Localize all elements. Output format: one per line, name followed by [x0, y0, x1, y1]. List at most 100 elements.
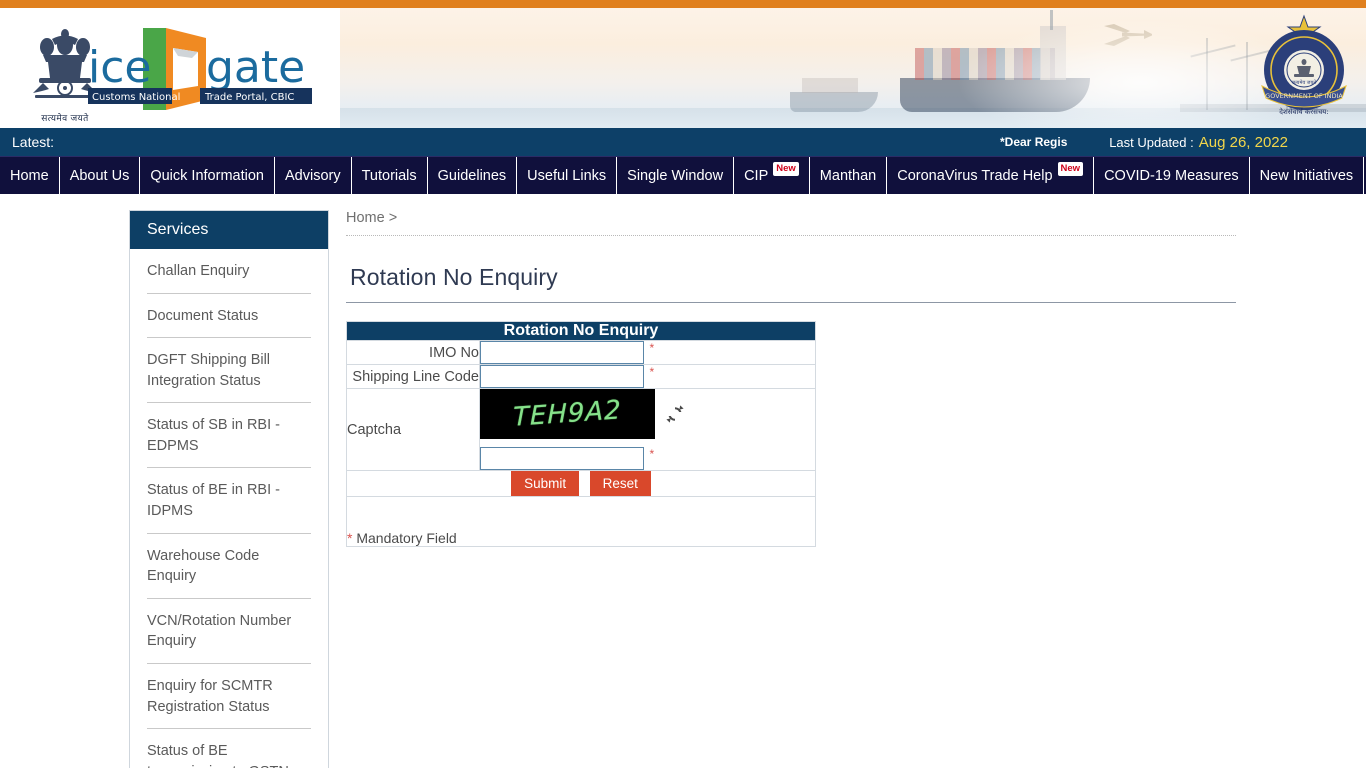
form-row-note: * Mandatory Field — [346, 496, 816, 548]
sidebar-header: Services — [130, 211, 328, 249]
sidebar-item-challan-enquiry[interactable]: Challan Enquiry — [147, 249, 311, 294]
sidebar-item-warehouse-code-enquiry[interactable]: Warehouse Code Enquiry — [147, 534, 311, 599]
nav-label: CoronaVirus Trade Help — [897, 167, 1053, 184]
sidebar-item-status-of-be-in-rbi-idpms[interactable]: Status of BE in RBI - IDPMS — [147, 468, 311, 534]
latest-label: Latest: — [12, 134, 55, 150]
banner-ship-superstructure — [1040, 26, 1066, 80]
svg-text:gate: gate — [206, 42, 305, 93]
nav-label: Single Window — [627, 167, 724, 184]
latest-news-bar: Latest: *Dear Regis Last Updated : Aug 2… — [0, 128, 1366, 156]
nav-item-manthan[interactable]: Manthan — [810, 157, 888, 194]
new-badge: New — [773, 162, 799, 176]
captcha-image-row: TEH9A2 — [480, 389, 815, 440]
breadcrumb: Home > — [346, 210, 1236, 236]
banner-photo — [340, 8, 1366, 128]
svg-text:देशसेवार्थं करसंचय:: देशसेवार्थं करसंचय: — [1279, 107, 1328, 116]
refresh-icon[interactable] — [665, 404, 685, 424]
required-star: * — [649, 341, 655, 356]
nav-label: Guidelines — [437, 167, 507, 184]
cbic-emblem: सत्यमेव जयते GOVERNMENT OF INDIA देशसेवा… — [1261, 14, 1347, 116]
nav-item-covid-19-measures[interactable]: COVID-19 Measures — [1094, 157, 1250, 194]
nav-item-home[interactable]: Home — [0, 157, 60, 194]
breadcrumb-separator: > — [388, 210, 398, 226]
nav-label: COVID-19 Measures — [1104, 167, 1239, 184]
nav-item-quick-information[interactable]: Quick Information — [140, 157, 275, 194]
sidebar-item-dgft-shipping-bill-integration-status[interactable]: DGFT Shipping Bill Integration Status — [147, 338, 311, 404]
shipping-line-code-label: Shipping Line Code — [346, 364, 480, 390]
captcha-input-row: * — [480, 439, 815, 471]
imo-no-label: IMO No — [346, 340, 480, 366]
sidebar-item-vcn-rotation-number-enquiry[interactable]: VCN/Rotation Number Enquiry — [147, 599, 311, 664]
nav-label: Useful Links — [527, 167, 607, 184]
nav-item-advisory[interactable]: Advisory — [275, 157, 352, 194]
mandatory-field-note: * Mandatory Field — [346, 496, 816, 548]
svg-text:GOVERNMENT OF INDIA: GOVERNMENT OF INDIA — [1265, 92, 1343, 100]
sidebar-item-document-status[interactable]: Document Status — [147, 294, 311, 339]
shipping-line-code-input[interactable] — [480, 365, 644, 389]
form-actions: Submit Reset — [346, 470, 816, 498]
captcha-image: TEH9A2 — [480, 389, 655, 440]
last-updated-label: Last Updated : — [1109, 134, 1194, 150]
nav-label: Quick Information — [150, 167, 264, 184]
nav-label: Manthan — [819, 167, 877, 184]
news-ticker[interactable]: *Dear Regis — [1000, 128, 1078, 156]
nav-item-coronavirus-trade-help[interactable]: CoronaVirus Trade Help New — [887, 157, 1095, 194]
svg-text:सत्यमेव जयते: सत्यमेव जयते — [1292, 79, 1317, 86]
shipping-line-code-field-cell: * — [479, 364, 816, 390]
mandatory-note-text: Mandatory Field — [352, 530, 457, 547]
nav-item-cip[interactable]: CIP New — [734, 157, 810, 194]
form-header-row: Rotation No Enquiry — [346, 321, 816, 342]
page-title: Rotation No Enquiry — [346, 251, 1236, 304]
submit-button[interactable]: Submit — [511, 471, 580, 497]
banner-crane-arm — [1190, 44, 1236, 58]
banner-ship-mast — [1050, 10, 1053, 30]
nav-label: CIP — [744, 167, 769, 184]
banner-small-ship-deck — [802, 78, 858, 93]
banner-container-ship — [900, 78, 1090, 112]
imo-no-field-cell: * — [479, 340, 816, 366]
sidebar-item-status-of-sb-in-rbi-edpms[interactable]: Status of SB in RBI - EDPMS — [147, 403, 311, 469]
imo-no-input[interactable] — [480, 341, 644, 365]
form-row-shipping-line-code: Shipping Line Code * — [346, 364, 816, 390]
new-badge: New — [1057, 162, 1084, 176]
nav-label: Advisory — [284, 167, 341, 184]
news-ticker-text: *Dear Regis — [1000, 135, 1068, 149]
svg-text:Customs National: Customs National — [92, 92, 180, 103]
page-body: Services Challan Enquiry Document Status… — [0, 194, 1366, 768]
breadcrumb-home-link[interactable]: Home — [346, 210, 385, 226]
nav-item-tutorials[interactable]: Tutorials — [352, 157, 428, 194]
sidebar-item-status-of-be-transmission-to-gstn[interactable]: Status of BE transmission to GSTN — [147, 729, 311, 768]
nav-item-about-us[interactable]: About Us — [60, 157, 141, 194]
required-star: * — [649, 365, 655, 380]
airplane-icon — [1104, 24, 1152, 46]
required-star: * — [649, 447, 655, 462]
banner-water — [340, 108, 1366, 128]
nav-item-useful-links[interactable]: Useful Links — [517, 157, 618, 194]
captcha-code-text: TEH9A2 — [513, 395, 622, 434]
last-updated: Last Updated : Aug 26, 2022 — [1109, 128, 1288, 156]
sidebar-item-enquiry-for-scmtr-registration-status[interactable]: Enquiry for SCMTR Registration Status — [147, 664, 311, 730]
form-row-imo-no: IMO No * — [346, 340, 816, 366]
form-row-buttons: Submit Reset — [346, 470, 816, 498]
main-content: Home > Rotation No Enquiry Rotation No E… — [346, 210, 1236, 768]
nav-item-single-window[interactable]: Single Window — [617, 157, 735, 194]
sidebar-list: Challan Enquiry Document Status DGFT Shi… — [130, 249, 328, 768]
main-navigation: Home About Us Quick Information Advisory… — [0, 156, 1366, 194]
nav-label: About Us — [69, 167, 130, 184]
svg-text:Trade Portal, CBIC: Trade Portal, CBIC — [204, 92, 294, 103]
reset-button[interactable]: Reset — [589, 471, 651, 497]
captcha-label: Captcha — [346, 388, 480, 472]
site-banner: सत्यमेव जयते ice gate Customs National T… — [0, 8, 1366, 128]
last-updated-date: Aug 26, 2022 — [1198, 133, 1288, 151]
rotation-no-enquiry-form: Rotation No Enquiry IMO No * Shipping Li… — [346, 321, 816, 548]
nav-item-guidelines[interactable]: Guidelines — [428, 157, 518, 194]
form-title: Rotation No Enquiry — [346, 321, 816, 342]
banner-crane — [1246, 42, 1248, 110]
nav-item-new-initiatives[interactable]: New Initiatives — [1250, 157, 1365, 194]
nav-label: Tutorials — [361, 167, 417, 184]
form-row-captcha: Captcha TEH9A2 * — [346, 388, 816, 472]
nav-label: Home — [10, 167, 49, 184]
captcha-input[interactable] — [480, 447, 644, 471]
services-sidebar: Services Challan Enquiry Document Status… — [129, 210, 329, 768]
top-accent-strip — [0, 0, 1366, 8]
